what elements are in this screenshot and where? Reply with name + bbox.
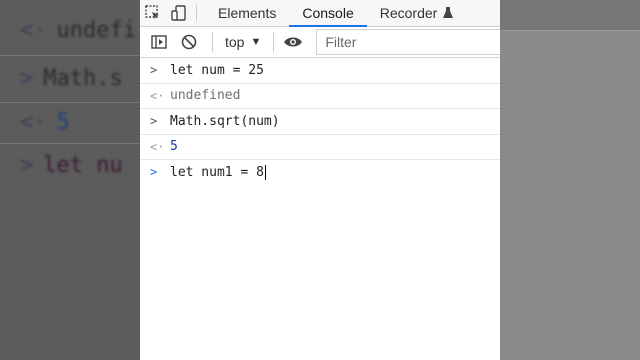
console-entry-output: <· 5 [140,135,500,160]
console-prompt-input[interactable]: > let num1 = 8 [140,160,500,185]
context-selector[interactable]: top ▼ [219,34,267,50]
background-right [500,0,640,360]
background-left: <· undefi > Math.s <· 5 > let nu [0,0,140,360]
devtools-panel: Elements Console Recorder top ▼ Filter >… [140,0,500,360]
console-entry-output: <· undefined [140,84,500,109]
input-chevron-icon: > [150,63,158,78]
prompt-chevron-icon: > [150,165,158,180]
recorder-flask-icon [443,7,454,18]
tab-console[interactable]: Console [289,0,368,27]
inspect-icon[interactable] [140,0,166,26]
console-log: > let num = 25 <· undefined > Math.sqrt(… [140,58,500,185]
bg-line-3: <· 5 [20,110,70,135]
device-toggle-icon[interactable] [166,0,192,26]
clear-console-icon[interactable] [176,29,202,55]
bg-line-2: > Math.s [20,66,123,91]
console-entry-input: > let num = 25 [140,58,500,84]
prompt-text[interactable]: let num1 = 8 [170,165,264,180]
bg-line-4: > let nu [20,153,123,178]
tab-recorder[interactable]: Recorder [367,0,468,26]
console-entry-input: > Math.sqrt(num) [140,109,500,135]
tab-elements[interactable]: Elements [205,0,289,26]
console-toolbar: top ▼ Filter [140,27,500,58]
text-cursor [264,164,266,180]
devtools-tab-bar: Elements Console Recorder [140,0,500,27]
output-return-icon: <· [150,139,165,154]
sidebar-toggle-icon[interactable] [146,29,172,55]
live-expression-eye-icon[interactable] [280,29,306,55]
bg-line-1: <· undefi [20,18,136,43]
output-return-icon: <· [150,88,165,103]
dropdown-caret-icon: ▼ [250,36,262,48]
filter-input[interactable]: Filter [316,29,500,55]
input-chevron-icon: > [150,114,158,129]
